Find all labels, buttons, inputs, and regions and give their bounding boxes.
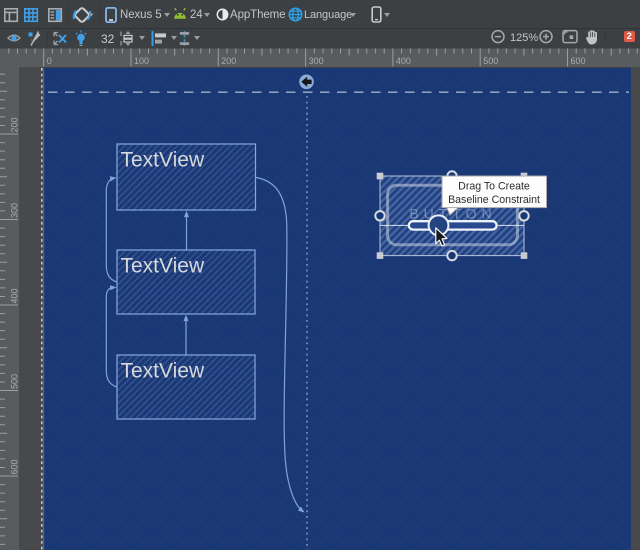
svg-text:400: 400 bbox=[396, 56, 411, 66]
svg-text:TextView: TextView bbox=[121, 360, 205, 383]
svg-text:200: 200 bbox=[10, 117, 20, 132]
svg-text:500: 500 bbox=[10, 374, 20, 389]
svg-text:300: 300 bbox=[309, 56, 324, 66]
svg-text:TextView: TextView bbox=[121, 149, 205, 172]
svg-text:0: 0 bbox=[47, 56, 52, 66]
svg-text:300: 300 bbox=[10, 203, 20, 218]
svg-text:Baseline Constraint: Baseline Constraint bbox=[448, 194, 540, 206]
svg-text:200: 200 bbox=[221, 56, 236, 66]
svg-text:600: 600 bbox=[571, 56, 586, 66]
svg-text:500: 500 bbox=[483, 56, 498, 66]
svg-text:400: 400 bbox=[10, 288, 20, 303]
svg-text:TextView: TextView bbox=[121, 255, 205, 278]
svg-text:Drag To Create: Drag To Create bbox=[458, 181, 530, 193]
svg-text:600: 600 bbox=[10, 459, 20, 474]
svg-text:100: 100 bbox=[134, 56, 149, 66]
